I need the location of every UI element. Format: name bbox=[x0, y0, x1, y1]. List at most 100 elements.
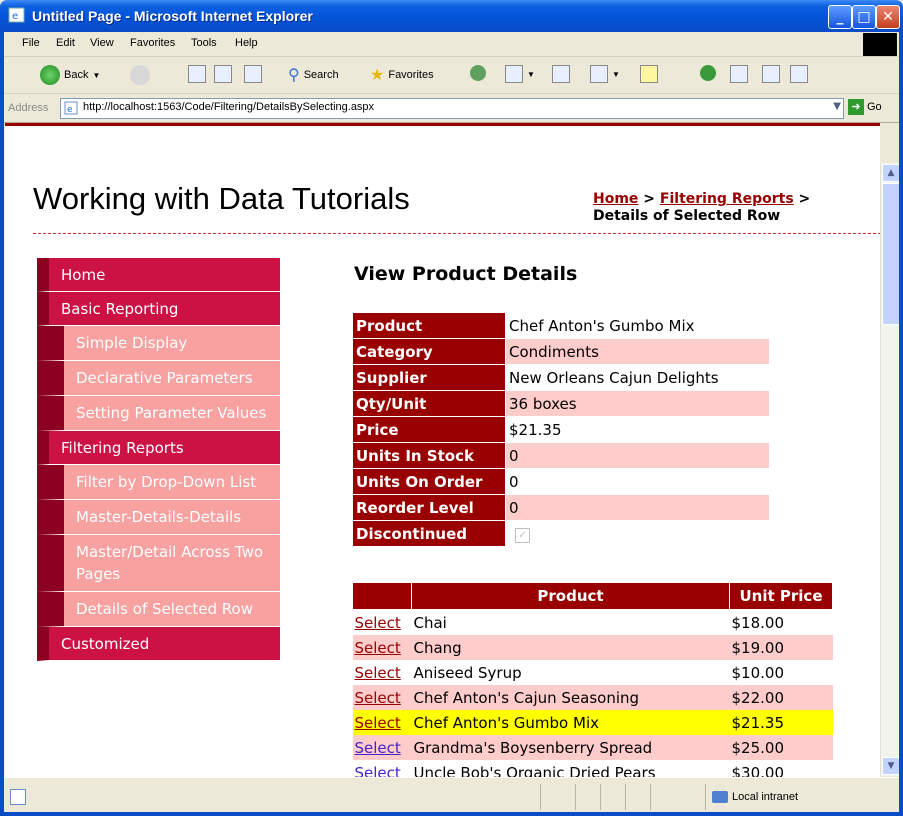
messenger-icon bbox=[700, 65, 716, 81]
address-bar: Address e http://localhost:1563/Code/Fil… bbox=[0, 94, 903, 123]
details-field-value: ✓ bbox=[505, 520, 770, 547]
grid-header-product[interactable]: Product bbox=[411, 582, 730, 610]
home-icon bbox=[244, 65, 262, 83]
select-link[interactable]: Select bbox=[355, 639, 401, 657]
status-divider bbox=[540, 784, 541, 810]
sidebar-item-master-details-details[interactable]: Master-Details-Details bbox=[37, 500, 280, 535]
mail-button[interactable]: ▼ bbox=[505, 65, 535, 83]
table-row: Select Grandma's Boysenberry Spread $25.00 bbox=[352, 735, 833, 760]
favorites-button[interactable]: ★ Favorites bbox=[370, 65, 434, 85]
maximize-button[interactable]: □ bbox=[852, 5, 876, 29]
status-bar: Local intranet bbox=[0, 777, 903, 816]
breadcrumb-filtering-link[interactable]: Filtering Reports bbox=[660, 191, 794, 207]
status-divider bbox=[600, 784, 601, 810]
menu-favorites[interactable]: Favorites bbox=[130, 37, 175, 49]
favorites-star-icon: ★ bbox=[370, 67, 385, 84]
status-divider bbox=[650, 784, 651, 810]
window-title: Untitled Page - Microsoft Internet Explo… bbox=[32, 8, 313, 24]
sidebar-item-declarative-parameters[interactable]: Declarative Parameters bbox=[37, 361, 280, 396]
menu-view[interactable]: View bbox=[90, 37, 114, 49]
edit-button[interactable]: ▼ bbox=[590, 65, 620, 83]
select-link[interactable]: Select bbox=[355, 714, 401, 732]
security-zone: Local intranet bbox=[712, 791, 798, 803]
windows-logo-icon bbox=[863, 33, 897, 56]
section-title: View Product Details bbox=[354, 263, 578, 285]
grid-header-unit-price[interactable]: Unit Price bbox=[729, 582, 833, 610]
site-title: Working with Data Tutorials bbox=[33, 181, 410, 216]
details-field-value: $21.35 bbox=[505, 416, 770, 443]
status-divider bbox=[575, 784, 576, 810]
sidebar-item-master-detail-two-pages[interactable]: Master/Detail Across Two Pages bbox=[37, 535, 280, 592]
grid-cell-product: Chef Anton's Gumbo Mix bbox=[411, 710, 730, 735]
history-button[interactable] bbox=[470, 65, 486, 81]
print-button[interactable] bbox=[552, 65, 570, 83]
refresh-button[interactable] bbox=[214, 65, 232, 83]
details-field-value: 0 bbox=[505, 494, 770, 521]
sidebar-item-details-selected-row[interactable]: Details of Selected Row bbox=[37, 592, 280, 627]
menu-tools[interactable]: Tools bbox=[191, 37, 217, 49]
back-button[interactable]: Back ▼ bbox=[40, 65, 100, 85]
tools-button[interactable] bbox=[790, 65, 808, 83]
grid-cell-price: $22.00 bbox=[729, 685, 833, 710]
menu-help[interactable]: Help bbox=[235, 37, 258, 49]
details-field-label: Discontinued bbox=[352, 520, 506, 547]
sidebar-item-home[interactable]: Home bbox=[37, 258, 280, 292]
page-content: Working with Data Tutorials Home > Filte… bbox=[5, 123, 880, 779]
details-field-label: Units In Stock bbox=[352, 442, 506, 469]
scroll-down-icon[interactable]: ▼ bbox=[882, 757, 900, 775]
sidebar-item-filter-by-dropdown[interactable]: Filter by Drop-Down List bbox=[37, 465, 280, 500]
forward-button[interactable] bbox=[130, 65, 150, 85]
home-button[interactable] bbox=[244, 65, 262, 83]
menu-edit[interactable]: Edit bbox=[56, 37, 75, 49]
breadcrumb: Home > Filtering Reports > Details of Se… bbox=[593, 191, 810, 225]
breadcrumb-home-link[interactable]: Home bbox=[593, 191, 638, 207]
go-button[interactable]: ➜ Go bbox=[848, 99, 882, 115]
details-field-label: Units On Order bbox=[352, 468, 506, 495]
status-divider bbox=[705, 784, 706, 810]
details-field-value: 0 bbox=[505, 468, 770, 495]
details-field-value: 0 bbox=[505, 442, 770, 469]
back-label: Back bbox=[64, 69, 89, 81]
page-status-icon bbox=[10, 789, 26, 805]
scroll-up-icon[interactable]: ▲ bbox=[882, 164, 900, 182]
details-field-value: Chef Anton's Gumbo Mix bbox=[505, 312, 770, 339]
breadcrumb-separator: > bbox=[793, 191, 811, 207]
favorites-label: Favorites bbox=[388, 69, 434, 81]
messenger-button[interactable] bbox=[700, 65, 716, 81]
back-arrow-icon bbox=[40, 65, 60, 85]
research-button[interactable] bbox=[730, 65, 748, 83]
sidebar-item-simple-display[interactable]: Simple Display bbox=[37, 326, 280, 361]
sidebar-item-filtering-reports[interactable]: Filtering Reports bbox=[37, 431, 280, 465]
breadcrumb-current: Details of Selected Row bbox=[593, 208, 781, 224]
address-dropdown-icon[interactable]: ▼ bbox=[833, 101, 841, 112]
select-link[interactable]: Select bbox=[355, 689, 401, 707]
address-input[interactable]: e http://localhost:1563/Code/Filtering/D… bbox=[60, 98, 844, 119]
details-row: Price $21.35 bbox=[352, 416, 770, 443]
stop-button[interactable] bbox=[188, 65, 206, 83]
products-grid: Product Unit Price Select Chai $18.00 Sele… bbox=[352, 582, 833, 779]
minimize-button[interactable]: _ bbox=[828, 5, 852, 29]
details-row: Product Chef Anton's Gumbo Mix bbox=[352, 312, 770, 339]
toolbar: Back ▼ ⚲ Search ★ Favorites ▼ ▼ bbox=[0, 57, 903, 94]
details-row: Supplier New Orleans Cajun Delights bbox=[352, 364, 770, 391]
grid-cell-product: Chai bbox=[411, 609, 730, 635]
note-icon bbox=[640, 65, 658, 83]
links-button[interactable] bbox=[762, 65, 780, 83]
window-border-bottom bbox=[0, 812, 903, 816]
select-link[interactable]: Select bbox=[355, 664, 401, 682]
sidebar-item-basic-reporting[interactable]: Basic Reporting bbox=[37, 292, 280, 326]
vertical-scrollbar[interactable]: ▲ ▼ bbox=[880, 163, 900, 776]
close-button[interactable]: ✕ bbox=[876, 5, 900, 29]
sidebar-item-setting-parameter-values[interactable]: Setting Parameter Values bbox=[37, 396, 280, 431]
select-link[interactable]: Select bbox=[355, 739, 401, 757]
window-border-left bbox=[0, 32, 4, 816]
select-link[interactable]: Select bbox=[355, 614, 401, 632]
details-field-label: Category bbox=[352, 338, 506, 365]
sidebar-item-customized[interactable]: Customized bbox=[37, 627, 280, 661]
grid-icon bbox=[790, 65, 808, 83]
menu-file[interactable]: File bbox=[22, 37, 40, 49]
details-field-label: Product bbox=[352, 312, 506, 339]
discuss-button[interactable] bbox=[640, 65, 658, 83]
search-button[interactable]: ⚲ Search bbox=[288, 65, 339, 85]
scroll-thumb[interactable] bbox=[882, 183, 900, 325]
